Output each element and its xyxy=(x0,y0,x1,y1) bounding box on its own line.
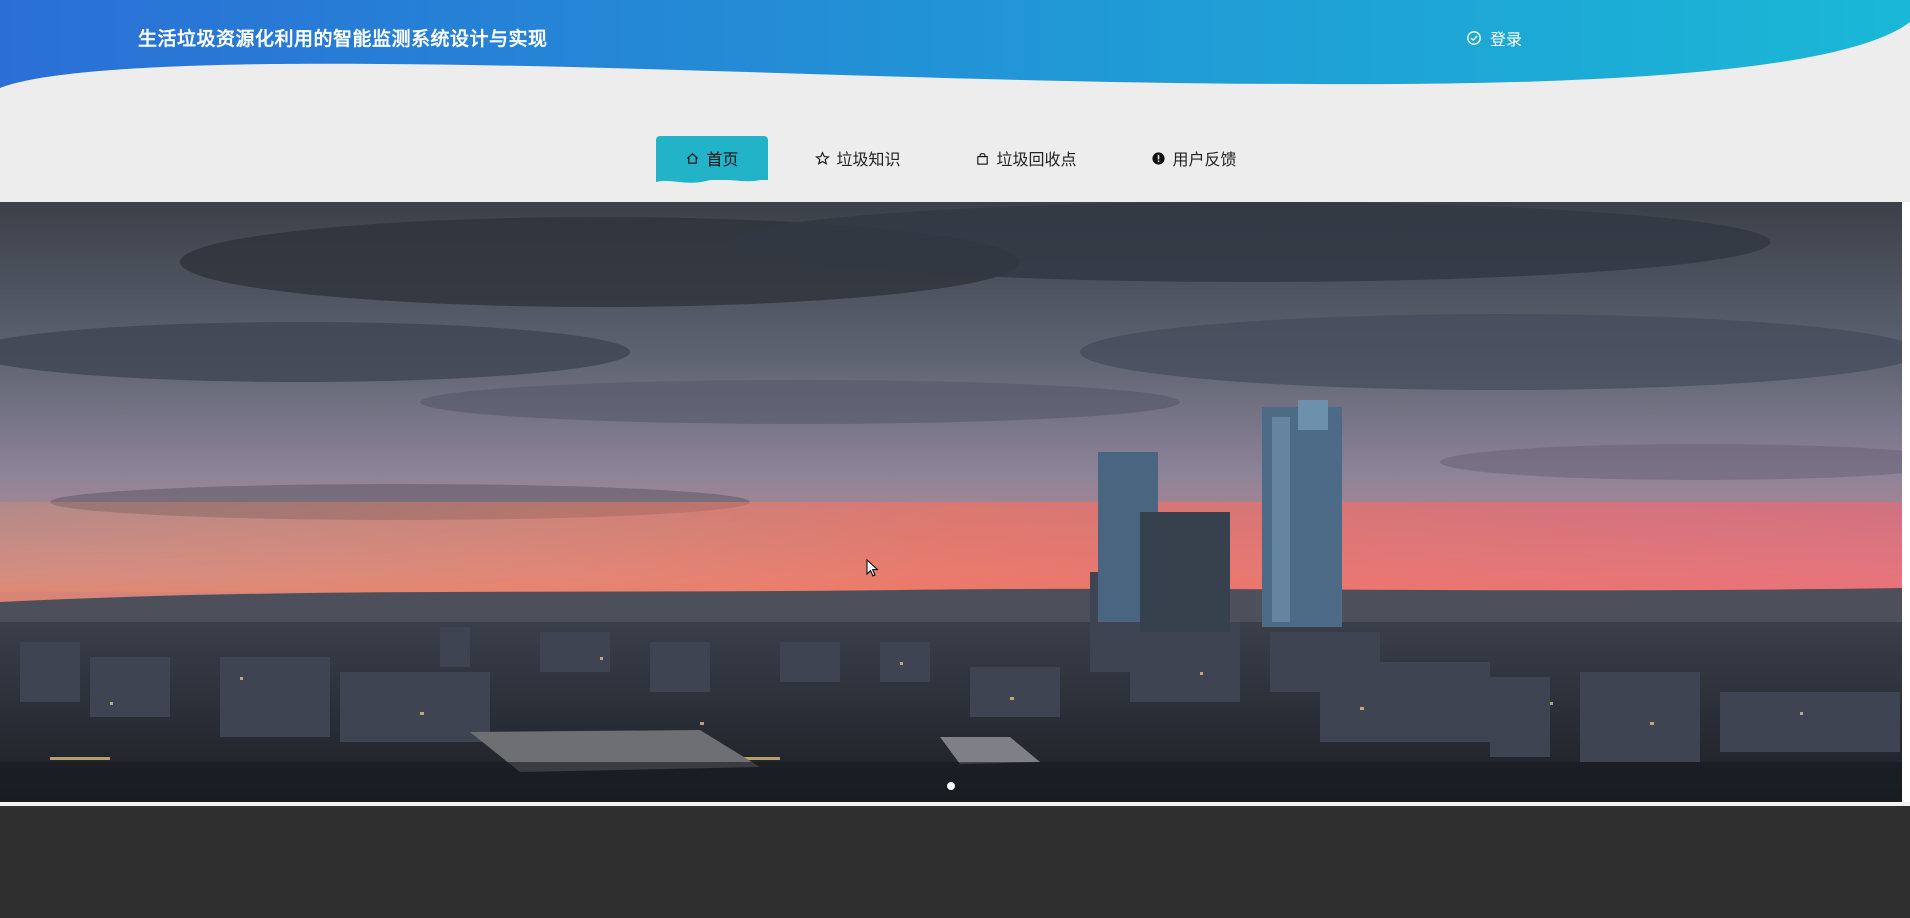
nav-item-label: 垃圾知识 xyxy=(836,150,901,169)
top-header: 生活垃圾资源化利用的智能监测系统设计与实现 登录 xyxy=(0,0,1910,100)
mouse-cursor-icon xyxy=(866,559,879,577)
banner-carousel[interactable] xyxy=(0,202,1902,802)
city-skyline-image xyxy=(0,202,1902,802)
page: 生活垃圾资源化利用的智能监测系统设计与实现 登录 首页 垃圾知识 垃圾回收点 用… xyxy=(0,0,1910,918)
nav-item-home[interactable]: 首页 xyxy=(656,136,768,183)
nav-item-label: 用户反馈 xyxy=(1172,150,1237,169)
nav-item-knowledge[interactable]: 垃圾知识 xyxy=(808,136,908,180)
active-tab-wave xyxy=(656,174,768,183)
main-nav: 首页 垃圾知识 垃圾回收点 用户反馈 xyxy=(656,136,1244,183)
nav-item-label: 首页 xyxy=(706,150,739,169)
carousel-dots xyxy=(0,782,1902,790)
nav-item-recycle-points[interactable]: 垃圾回收点 xyxy=(968,136,1084,180)
nav-item-feedback[interactable]: 用户反馈 xyxy=(1144,136,1244,180)
site-title: 生活垃圾资源化利用的智能监测系统设计与实现 xyxy=(138,28,548,50)
home-icon xyxy=(687,152,699,164)
star-icon xyxy=(815,150,831,165)
scrollbar-track[interactable] xyxy=(1902,202,1910,802)
nav-item-label: 垃圾回收点 xyxy=(996,150,1077,169)
bag-icon xyxy=(977,152,989,165)
check-circle-icon xyxy=(1467,31,1481,45)
footer-area xyxy=(0,806,1910,918)
carousel-dot-1[interactable] xyxy=(947,782,955,790)
alert-circle-icon xyxy=(1152,151,1166,165)
login-button[interactable]: 登录 xyxy=(1466,26,1522,50)
login-label: 登录 xyxy=(1489,30,1522,49)
